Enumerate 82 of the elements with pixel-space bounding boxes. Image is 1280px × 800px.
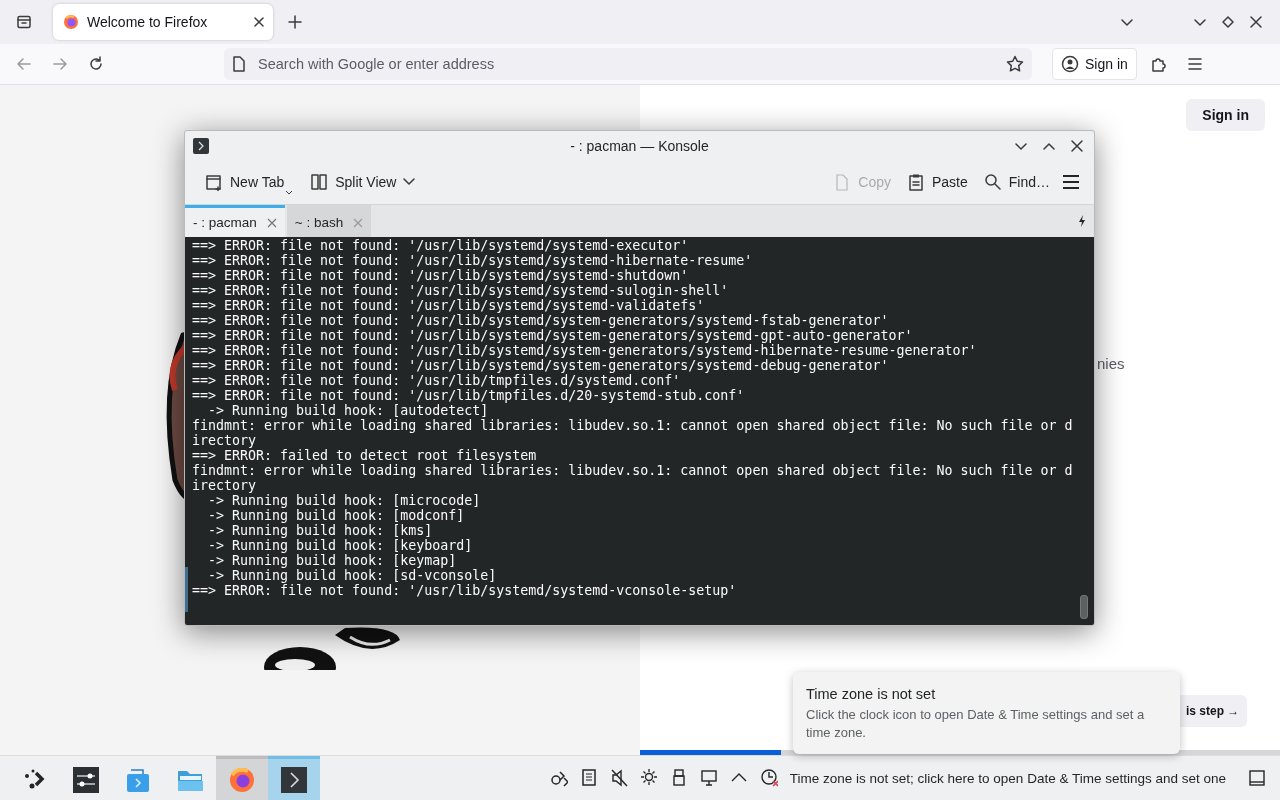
terminal-line: findmnt: error while loading shared libraries: libudev.so.1: cannot open shared object file: No such file or d xyxy=(192,418,1074,433)
sliders-icon xyxy=(73,766,99,793)
extensions-icon xyxy=(1149,55,1168,73)
terminal-line: ==> ERROR: file not found: '/usr/lib/systemd/system-generators/systemd-debug-generator' xyxy=(192,358,890,373)
search-icon xyxy=(983,173,1002,191)
toolbar-button[interactable]: New Tab xyxy=(199,167,291,197)
browser-logo-icon xyxy=(63,14,79,30)
tab-list-icon xyxy=(16,14,32,30)
star-icon xyxy=(1006,55,1024,73)
brightness-icon xyxy=(639,768,658,788)
terminal-line: ==> ERROR: file not found: '/usr/lib/systemd/system-generators/systemd-hibernate-resume-generator' xyxy=(192,343,978,358)
caret-icon xyxy=(286,191,293,195)
clock-warning-icon xyxy=(759,768,778,788)
show-desktop-button[interactable] xyxy=(1246,767,1268,789)
taskbar-app[interactable] xyxy=(268,756,320,800)
close-tab-icon[interactable] xyxy=(253,16,265,28)
terminal-line: -> Running build hook: [keymap] xyxy=(207,553,458,568)
terminal-line: ==> ERROR: file not found: '/usr/lib/systemd/system-generators/systemd-gpt-auto-generator' xyxy=(192,328,914,343)
browser-icon xyxy=(229,766,255,793)
terminal-line: ==> ERROR: file not found: '/usr/lib/tmpfiles.d/20-systemd-stub.conf' xyxy=(192,388,746,403)
terminal-line: ==> ERROR: file not found: '/usr/lib/tmpfiles.d/systemd.conf' xyxy=(192,373,682,388)
close-icon xyxy=(1249,15,1263,29)
page-text: nies xyxy=(1097,355,1125,372)
terminal-line: ==> ERROR: file not found: '/usr/lib/systemd/systemd-sulogin-shell' xyxy=(192,283,730,298)
hamburger-menu-icon xyxy=(1062,174,1080,190)
toolbar-button[interactable]: Split View xyxy=(304,167,422,197)
close-icon xyxy=(1070,138,1084,153)
address-input[interactable]: Search with Google or enter address xyxy=(256,55,996,73)
terminal-icon xyxy=(193,137,209,154)
chevron-down-icon xyxy=(403,178,416,186)
forward-icon xyxy=(52,56,68,72)
account-icon xyxy=(1061,55,1079,73)
shopping-bag-icon xyxy=(125,766,151,793)
reload-icon xyxy=(88,56,104,72)
close-tab-button[interactable] xyxy=(266,217,277,228)
terminal-line: -> Running build hook: [keyboard] xyxy=(207,538,474,553)
terminal-line: ==> ERROR: failed to detect root filesystem xyxy=(192,448,538,463)
terminal-line: -> Running build hook: [modconf] xyxy=(207,508,466,523)
page-icon xyxy=(232,56,246,72)
scrollbar-thumb[interactable] xyxy=(1080,595,1088,619)
clipboard-icon xyxy=(906,173,925,191)
notification-title: Time zone is not set xyxy=(806,686,937,702)
sign-in-button[interactable]: Sign in xyxy=(1052,48,1137,80)
volume-muted-icon xyxy=(609,768,628,788)
bookmark-star-button[interactable] xyxy=(1006,55,1024,73)
terminal-line: -> Running build hook: [autodetect] xyxy=(207,403,490,418)
terminal-line: ==> ERROR: file not found: '/usr/lib/systemd/systemd-executor' xyxy=(192,238,690,253)
toolbar-button[interactable]: Paste xyxy=(900,167,974,197)
terminal-tab[interactable]: ~ : bash xyxy=(286,205,372,237)
new-tab-icon xyxy=(205,173,223,191)
network-icon xyxy=(549,768,568,788)
display-icon xyxy=(699,768,718,788)
terminal-line: -> Running build hook: [sd-vconsole] xyxy=(207,568,498,583)
terminal-line: ==> ERROR: file not found: '/usr/lib/systemd/systemd-validatefs' xyxy=(192,298,706,313)
split-view-icon xyxy=(310,173,329,191)
clock-status-text[interactable]: Time zone is not set; click here to open Date & Time settings and set one xyxy=(789,770,1226,786)
terminal-line: ==> ERROR: file not found: '/usr/lib/systemd/system-generators/systemd-fstab-generator' xyxy=(192,313,890,328)
sign-in-button[interactable]: Sign in xyxy=(1186,99,1265,131)
back-icon xyxy=(16,56,32,72)
terminal-line: ==> ERROR: file not found: '/usr/lib/systemd/systemd-shutdown' xyxy=(192,268,690,283)
terminal-line: irectory xyxy=(192,478,258,493)
terminal-line: findmnt: error while loading shared libraries: libudev.so.1: cannot open shared object file: No such file or d xyxy=(192,463,1074,478)
close-icon xyxy=(353,217,364,228)
close-icon xyxy=(253,16,265,28)
lightning-icon xyxy=(1078,215,1086,227)
maximize-icon xyxy=(1221,15,1235,29)
terminal-tab[interactable]: - : pacman xyxy=(185,205,285,237)
clipboard-icon xyxy=(579,768,598,788)
browser-tab[interactable]: Welcome to Firefox xyxy=(53,4,273,40)
terminal-icon xyxy=(281,766,307,793)
menu-icon xyxy=(1185,55,1204,73)
terminal-line: ==> ERROR: file not found: '/usr/lib/systemd/systemd-vconsole-setup' xyxy=(192,583,738,598)
close-icon xyxy=(266,217,277,228)
show-desktop-icon xyxy=(1248,769,1266,787)
terminal-line: -> Running build hook: [microcode] xyxy=(207,493,482,508)
terminal-line: irectory xyxy=(192,433,258,448)
terminal-line: ==> ERROR: file not found: '/usr/lib/systemd/systemd-hibernate-resume' xyxy=(192,253,754,268)
new-tab-icon xyxy=(287,14,303,30)
window-title: - : pacman — Konsole xyxy=(570,137,709,154)
toolbar-button[interactable]: Find… xyxy=(977,167,1056,197)
address-field[interactable]: Search with Google or enter address xyxy=(224,48,1032,80)
terminal-line: -> Running build hook: [kms] xyxy=(207,523,434,538)
